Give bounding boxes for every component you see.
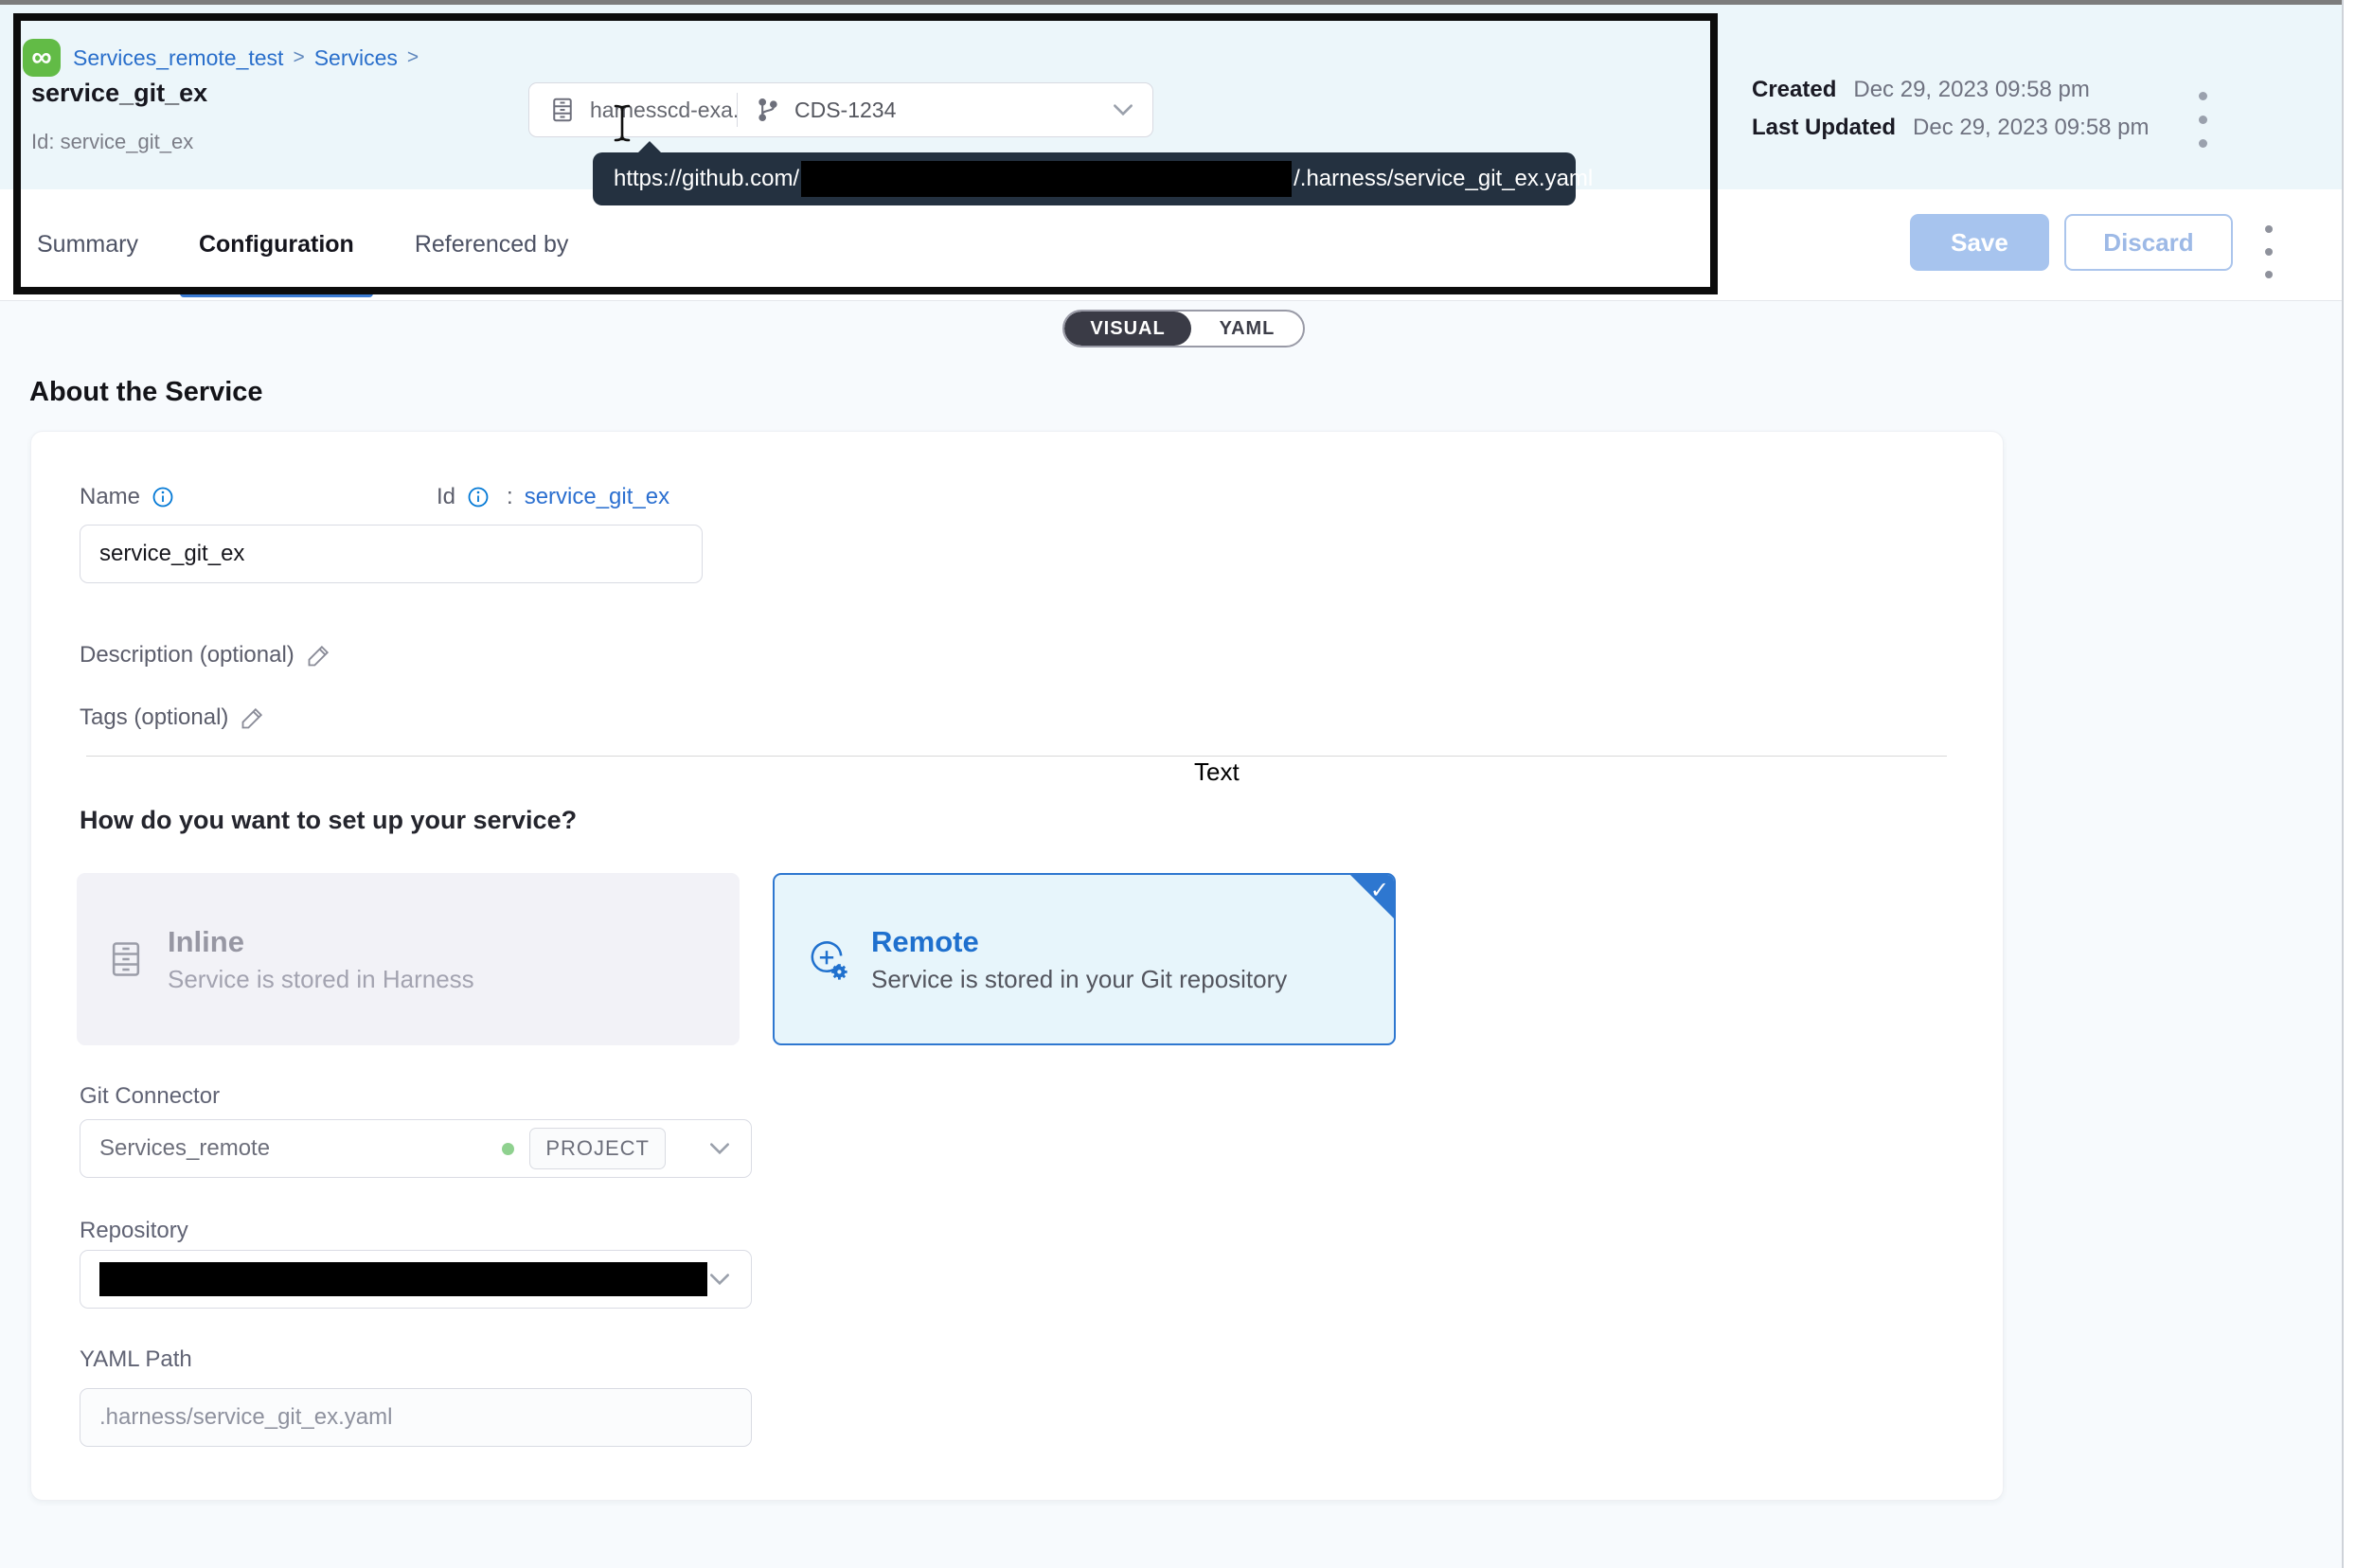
git-connector-value: Services_remote bbox=[99, 1135, 270, 1162]
git-url-tooltip: https://github.com/ /.harness/service_gi… bbox=[593, 152, 1576, 205]
actions-kebab-menu[interactable] bbox=[2265, 225, 2273, 278]
divider-text-artifact: Text bbox=[1194, 757, 1240, 787]
breadcrumb-services-link[interactable]: Services bbox=[314, 45, 398, 71]
breadcrumb-separator: > bbox=[407, 46, 419, 69]
discard-button[interactable]: Discard bbox=[2064, 214, 2233, 271]
branch-dropdown[interactable]: CDS-1234 bbox=[738, 97, 1152, 123]
option-remote-selected[interactable]: ✓ bbox=[773, 873, 1396, 1045]
repository-dropdown[interactable] bbox=[80, 1250, 752, 1309]
tags-row: Tags (optional) bbox=[80, 704, 266, 731]
remote-git-icon bbox=[803, 935, 850, 983]
toggle-visual[interactable]: VISUAL bbox=[1064, 312, 1191, 346]
edit-pencil-icon[interactable] bbox=[306, 642, 332, 668]
tab-bar: Summary Configuration Referenced by Save… bbox=[0, 189, 2342, 301]
tooltip-arrow bbox=[636, 141, 663, 154]
info-icon[interactable] bbox=[152, 486, 174, 508]
about-service-heading: About the Service bbox=[29, 377, 263, 408]
header-kebab-menu[interactable] bbox=[2199, 92, 2207, 148]
option-inline[interactable]: Inline Service is stored in Harness bbox=[77, 873, 740, 1045]
connector-status-dot bbox=[502, 1143, 514, 1155]
redacted-repository-name bbox=[99, 1262, 707, 1296]
repository-label: Repository bbox=[80, 1218, 188, 1244]
git-connector-label: Git Connector bbox=[80, 1083, 220, 1110]
name-label: Name bbox=[80, 484, 140, 510]
edit-pencil-icon[interactable] bbox=[240, 704, 266, 731]
tab-summary[interactable]: Summary bbox=[31, 189, 144, 300]
created-value: Dec 29, 2023 09:58 pm bbox=[1853, 77, 2090, 103]
id-separator: : bbox=[507, 484, 513, 510]
breadcrumb-separator: > bbox=[293, 46, 304, 69]
remote-option-subtitle: Service is stored in your Git repository bbox=[871, 965, 1287, 994]
created-label: Created bbox=[1752, 77, 1836, 103]
chevron-down-icon bbox=[707, 1272, 732, 1287]
id-value-link[interactable]: service_git_ex bbox=[525, 484, 669, 510]
chevron-down-icon bbox=[707, 1141, 732, 1156]
service-config-card: Name Id : bbox=[30, 431, 2004, 1501]
id-label: Id bbox=[437, 484, 455, 510]
save-button[interactable]: Save bbox=[1910, 214, 2049, 271]
archive-icon bbox=[548, 96, 577, 124]
check-icon: ✓ bbox=[1370, 877, 1389, 904]
redacted-url-segment bbox=[801, 161, 1292, 197]
last-updated-label: Last Updated bbox=[1752, 115, 1896, 141]
page-title: service_git_ex bbox=[31, 79, 207, 108]
scope-badge: PROJECT bbox=[529, 1128, 666, 1169]
info-icon[interactable] bbox=[467, 486, 490, 508]
id-row: Id : service_git_ex bbox=[437, 484, 669, 510]
harness-service-icon: ∞ bbox=[23, 39, 61, 77]
description-row: Description (optional) bbox=[80, 642, 332, 668]
tab-configuration[interactable]: Configuration bbox=[193, 189, 360, 300]
last-updated-value: Dec 29, 2023 09:58 pm bbox=[1913, 115, 2150, 141]
remote-option-title: Remote bbox=[871, 925, 1287, 959]
description-label: Description (optional) bbox=[80, 642, 294, 668]
git-branch-icon bbox=[755, 97, 781, 123]
service-id-text: Id: service_git_ex bbox=[31, 130, 193, 154]
timestamps-block: Created Dec 29, 2023 09:58 pm Last Updat… bbox=[1752, 77, 2150, 141]
tooltip-url-prefix: https://github.com/ bbox=[614, 166, 799, 192]
chevron-down-icon bbox=[1111, 102, 1135, 117]
git-connector-dropdown[interactable]: Services_remote PROJECT bbox=[80, 1119, 752, 1178]
archive-icon bbox=[105, 938, 147, 980]
section-divider bbox=[86, 756, 1947, 757]
setup-question: How do you want to set up your service? bbox=[80, 806, 577, 835]
name-input[interactable] bbox=[80, 525, 703, 583]
service-configuration-page: ∞ Services_remote_test > Services > serv… bbox=[0, 0, 2373, 1568]
page-body: VISUAL YAML About the Service Name Id bbox=[0, 301, 2342, 1568]
branch-name: CDS-1234 bbox=[794, 98, 896, 123]
text-cursor-icon bbox=[611, 103, 633, 143]
breadcrumb: ∞ Services_remote_test > Services > bbox=[23, 39, 419, 77]
tab-referenced-by[interactable]: Referenced by bbox=[409, 189, 575, 300]
yaml-path-input[interactable] bbox=[80, 1388, 752, 1447]
tooltip-url-suffix: /.harness/service_git_ex.yaml bbox=[1294, 166, 1593, 192]
yaml-path-label: YAML Path bbox=[80, 1346, 192, 1373]
tags-label: Tags (optional) bbox=[80, 704, 228, 731]
inline-option-subtitle: Service is stored in Harness bbox=[168, 965, 474, 994]
name-label-row: Name bbox=[80, 484, 174, 510]
inline-option-title: Inline bbox=[168, 925, 474, 959]
toggle-yaml[interactable]: YAML bbox=[1191, 312, 1303, 346]
scrollbar-track[interactable] bbox=[2342, 0, 2373, 1568]
visual-yaml-toggle: VISUAL YAML bbox=[1062, 310, 1305, 347]
breadcrumb-project-link[interactable]: Services_remote_test bbox=[73, 45, 283, 71]
page-header: ∞ Services_remote_test > Services > serv… bbox=[0, 5, 2342, 189]
